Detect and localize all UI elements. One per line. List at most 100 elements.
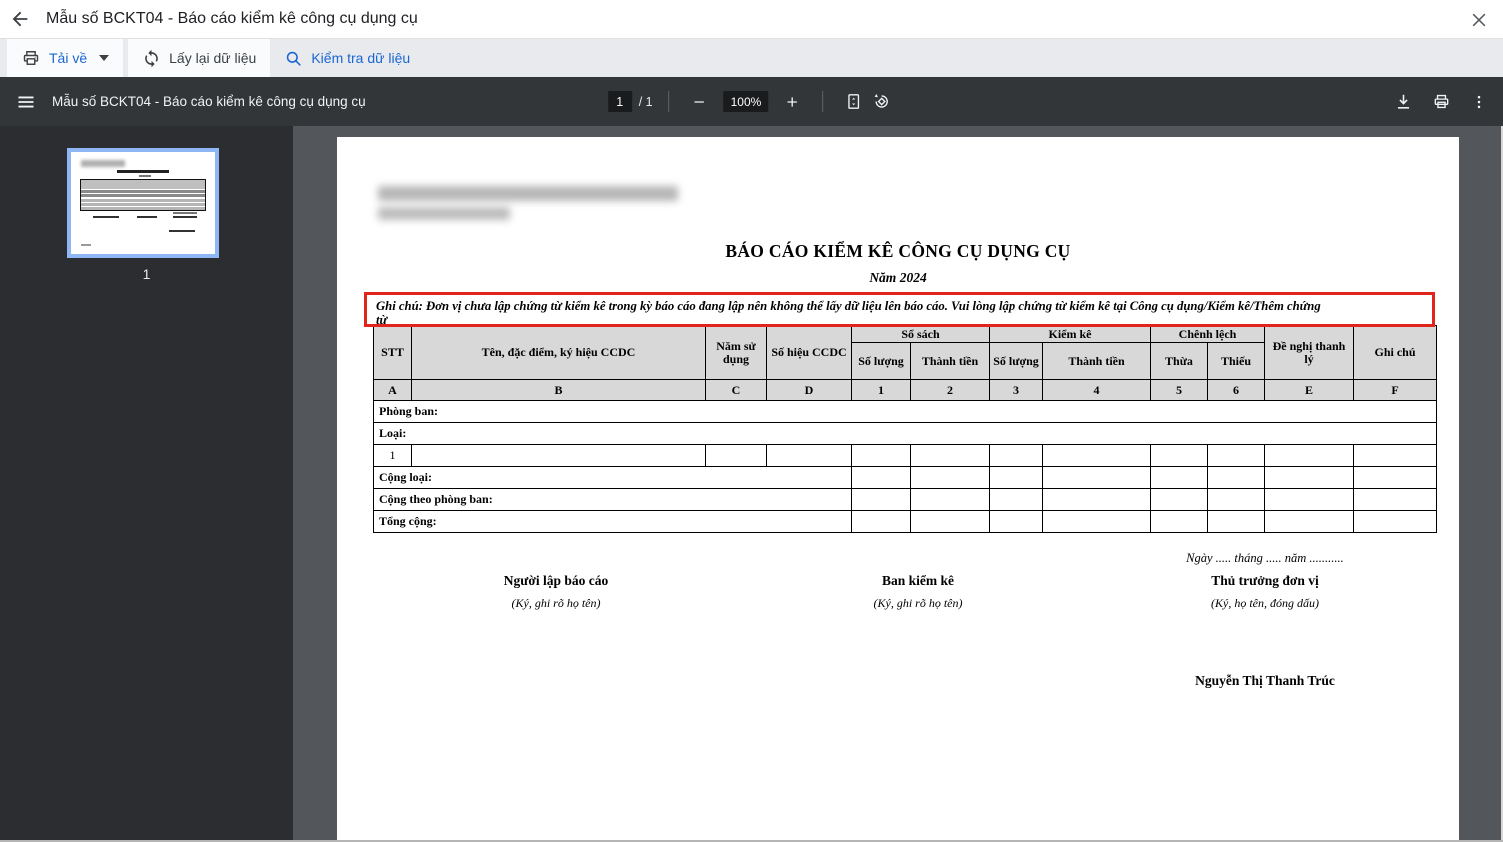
letter-cell: B bbox=[411, 379, 706, 401]
download-file-button[interactable]: Tải về bbox=[7, 39, 124, 77]
signer-name: Nguyễn Thị Thanh Trúc bbox=[1195, 673, 1335, 688]
empty-cell bbox=[411, 444, 706, 467]
empty-cell bbox=[1150, 488, 1208, 511]
empty-cell bbox=[1353, 444, 1437, 467]
fit-to-page-button[interactable] bbox=[839, 88, 867, 116]
row-sum-type: Cộng loại: bbox=[373, 466, 852, 489]
search-icon bbox=[284, 49, 303, 68]
thumb-footer-line bbox=[81, 244, 91, 246]
caret-down-icon[interactable] bbox=[99, 55, 110, 61]
signature-block-committee: Ban kiểm kê (Ký, ghi rõ họ tên) bbox=[788, 573, 1048, 611]
empty-cell bbox=[1042, 444, 1151, 467]
header-disposal: Đề nghị thanh lý bbox=[1264, 325, 1354, 380]
page-number-input[interactable]: 1 bbox=[607, 91, 632, 112]
rotate-icon bbox=[872, 92, 891, 111]
app-header: Mẫu số BCKT04 - Báo cáo kiểm kê công cụ … bbox=[0, 0, 1503, 39]
empty-cell bbox=[910, 444, 990, 467]
empty-cell bbox=[851, 488, 911, 511]
header-inv-qty: Số lượng bbox=[989, 342, 1043, 380]
signature-title: Ban kiểm kê bbox=[881, 573, 954, 588]
letter-cell: 1 bbox=[851, 379, 911, 401]
zoom-level-input[interactable]: 100% bbox=[723, 91, 769, 112]
page-thumbnail[interactable] bbox=[67, 148, 219, 258]
thumb-table bbox=[80, 179, 206, 211]
check-label: Kiểm tra dữ liệu bbox=[311, 50, 411, 66]
reload-data-button[interactable]: Lấy lại dữ liệu bbox=[128, 39, 271, 77]
signature-block-preparer: Người lập báo cáo (Ký, ghi rõ họ tên) bbox=[426, 573, 686, 611]
letter-cell: 5 bbox=[1150, 379, 1208, 401]
pdf-print-button[interactable] bbox=[1427, 88, 1455, 116]
table-row: Tổng cộng: bbox=[373, 510, 1437, 533]
empty-cell bbox=[910, 488, 990, 511]
print-icon bbox=[1432, 92, 1451, 111]
warning-note-text-clipped: từ bbox=[376, 313, 388, 327]
back-button[interactable] bbox=[0, 0, 40, 39]
signature-subtitle: (Ký, ghi rõ họ tên) bbox=[873, 596, 963, 610]
empty-cell bbox=[1353, 466, 1437, 489]
table-row: Cộng loại: bbox=[373, 466, 1437, 489]
empty-cell bbox=[989, 444, 1043, 467]
empty-cell bbox=[1207, 510, 1265, 533]
pdf-toolbar-actions bbox=[1389, 88, 1493, 116]
letter-cell: 4 bbox=[1042, 379, 1151, 401]
pdf-viewer: 1 BÁO CÁO KIỂM KÊ CÔNG CỤ DỤNG CỤ Năm 20… bbox=[0, 126, 1503, 840]
row-type: Loại: bbox=[373, 422, 1437, 445]
redacted-company-line bbox=[378, 186, 678, 201]
row-department: Phòng ban: bbox=[373, 400, 1437, 423]
close-button[interactable] bbox=[1467, 8, 1491, 32]
empty-cell bbox=[851, 444, 911, 467]
header-surplus: Thừa bbox=[1150, 342, 1208, 380]
download-label: Tải về bbox=[49, 50, 88, 66]
plus-icon bbox=[784, 94, 800, 110]
letter-cell: C bbox=[705, 379, 767, 401]
header-group-inventory: Kiểm kê bbox=[989, 325, 1151, 343]
pdf-document-title: Mẫu số BCKT04 - Báo cáo kiểm kê công cụ … bbox=[52, 94, 366, 109]
letter-cell: 6 bbox=[1207, 379, 1265, 401]
header-book-qty: Số lượng bbox=[851, 342, 911, 380]
pdf-toolbar: Mẫu số BCKT04 - Báo cáo kiểm kê công cụ … bbox=[0, 77, 1503, 126]
header-name: Tên, đặc điểm, ký hiệu CCDC bbox=[411, 325, 706, 380]
header-group-difference: Chênh lệch bbox=[1150, 325, 1265, 343]
empty-cell bbox=[1264, 466, 1354, 489]
empty-cell bbox=[910, 466, 990, 489]
empty-cell bbox=[766, 444, 852, 467]
empty-cell bbox=[1353, 488, 1437, 511]
zoom-in-button[interactable] bbox=[778, 88, 806, 116]
rotate-button[interactable] bbox=[867, 88, 895, 116]
empty-cell bbox=[1353, 510, 1437, 533]
empty-cell bbox=[1150, 510, 1208, 533]
table-row: Cộng theo phòng ban: bbox=[373, 488, 1437, 511]
empty-cell bbox=[851, 466, 911, 489]
header-stt: STT bbox=[373, 325, 412, 380]
pdf-more-button[interactable] bbox=[1465, 88, 1493, 116]
empty-cell bbox=[1207, 488, 1265, 511]
zoom-out-button[interactable] bbox=[686, 88, 714, 116]
table-row: 1 bbox=[373, 444, 1437, 467]
signature-subtitle: (Ký, ghi rõ họ tên) bbox=[511, 596, 601, 610]
empty-cell bbox=[1264, 488, 1354, 511]
header-note: Ghi chú bbox=[1353, 325, 1437, 380]
check-data-button[interactable]: Kiểm tra dữ liệu bbox=[270, 39, 424, 77]
thumbnail-page-number: 1 bbox=[142, 266, 151, 282]
window-title: Mẫu số BCKT04 - Báo cáo kiểm kê công cụ … bbox=[46, 10, 418, 27]
header-book-amount: Thành tiền bbox=[910, 342, 990, 380]
thumbnail-sidebar: 1 bbox=[0, 126, 293, 840]
thumb-date-line bbox=[173, 212, 197, 214]
menu-button[interactable] bbox=[8, 84, 44, 120]
page-area: BÁO CÁO KIỂM KÊ CÔNG CỤ DỤNG CỤ Năm 2024… bbox=[293, 126, 1503, 840]
minus-icon bbox=[692, 94, 708, 110]
document-page: BÁO CÁO KIỂM KÊ CÔNG CỤ DỤNG CỤ Năm 2024… bbox=[337, 137, 1459, 840]
pdf-download-button[interactable] bbox=[1389, 88, 1417, 116]
signature-block-director: Thủ trưởng đơn vị (Ký, họ tên, đóng dấu) bbox=[1135, 573, 1395, 611]
redacted-company-line bbox=[378, 207, 510, 220]
inventory-report-table: STT Tên, đặc điểm, ký hiệu CCDC Năm sử d… bbox=[373, 325, 1437, 533]
thumb-title-line bbox=[117, 170, 169, 173]
divider bbox=[668, 91, 670, 112]
report-year: Năm 2024 bbox=[869, 270, 927, 285]
empty-cell bbox=[1207, 466, 1265, 489]
printer-icon bbox=[21, 48, 41, 68]
thumb-signature-line bbox=[137, 216, 157, 218]
more-vertical-icon bbox=[1470, 93, 1488, 111]
letter-cell: F bbox=[1353, 379, 1437, 401]
warning-note-text: Ghi chú: Đơn vị chưa lập chứng từ kiểm k… bbox=[376, 299, 1321, 313]
